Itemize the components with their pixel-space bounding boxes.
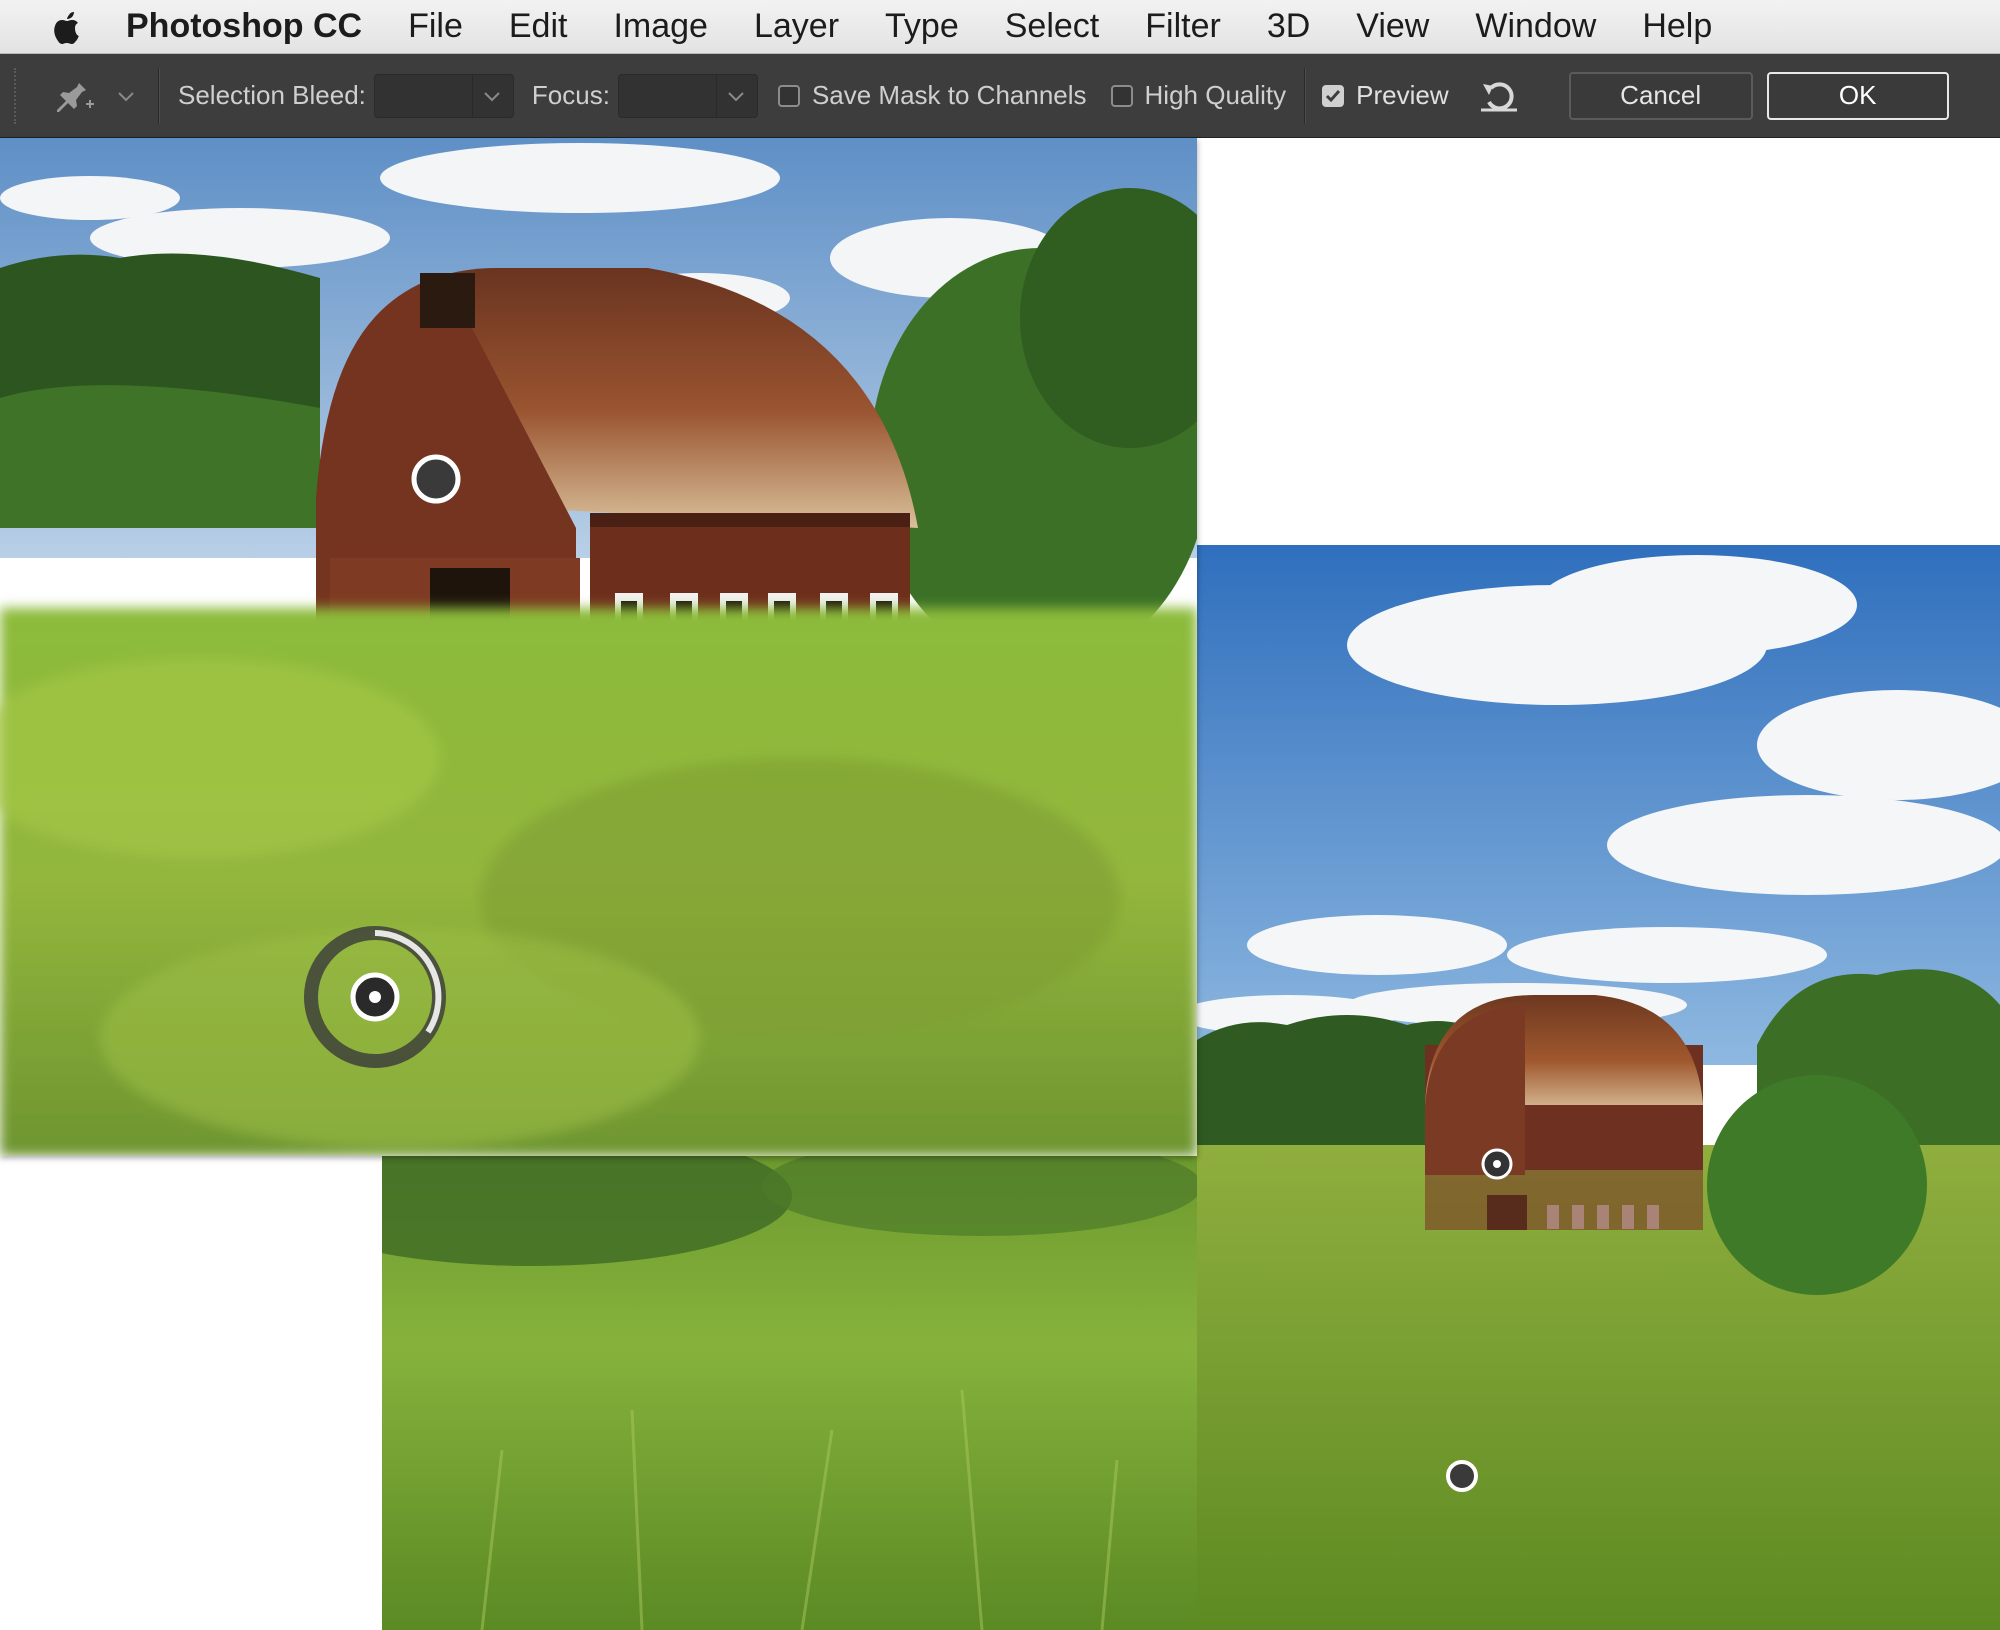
separator bbox=[1304, 67, 1307, 124]
high-quality-box[interactable] bbox=[1110, 84, 1133, 107]
save-mask-checkbox[interactable]: Save Mask to Channels bbox=[777, 80, 1087, 111]
save-mask-box[interactable] bbox=[777, 84, 800, 107]
preview-label: Preview bbox=[1356, 80, 1449, 110]
menu-image[interactable]: Image bbox=[613, 7, 708, 46]
photo-focus-barn-blurred-foreground[interactable] bbox=[0, 138, 1197, 1156]
photo-full-scene[interactable] bbox=[1197, 545, 2000, 1630]
focus-dropdown[interactable] bbox=[617, 73, 758, 118]
menu-select[interactable]: Select bbox=[1005, 7, 1100, 46]
blur-pin-grass-active[interactable] bbox=[300, 922, 450, 1072]
preview-box[interactable] bbox=[1322, 84, 1345, 107]
cancel-button[interactable]: Cancel bbox=[1568, 71, 1753, 120]
menu-bar: Photoshop CC File Edit Image Layer Type … bbox=[0, 0, 2000, 54]
checkmark-icon bbox=[1326, 89, 1341, 102]
menu-layer[interactable]: Layer bbox=[754, 7, 839, 46]
reset-icon[interactable] bbox=[1477, 76, 1521, 116]
menu-type[interactable]: Type bbox=[885, 7, 959, 46]
separator bbox=[158, 67, 160, 124]
chevron-down-icon bbox=[118, 91, 134, 101]
save-mask-label: Save Mask to Channels bbox=[811, 80, 1087, 110]
options-bar-grip[interactable] bbox=[14, 67, 20, 124]
photo-full-scene-image bbox=[1197, 545, 2000, 1630]
menu-view[interactable]: View bbox=[1356, 7, 1429, 46]
high-quality-label: High Quality bbox=[1144, 80, 1287, 110]
photo-foreground-image bbox=[382, 1156, 1197, 1630]
barn-small bbox=[1425, 995, 1703, 1230]
menu-edit[interactable]: Edit bbox=[509, 7, 568, 46]
chevron-down-icon bbox=[484, 91, 500, 101]
photo-foreground-grass[interactable] bbox=[382, 1156, 1197, 1630]
chevron-down-icon bbox=[728, 91, 744, 101]
selection-bleed-dropdown[interactable] bbox=[373, 73, 514, 118]
ok-button[interactable]: OK bbox=[1766, 71, 1949, 120]
selection-bleed-label: Selection Bleed: bbox=[178, 80, 366, 110]
preview-checkbox[interactable]: Preview bbox=[1322, 80, 1449, 111]
menu-3d[interactable]: 3D bbox=[1267, 7, 1310, 46]
dropdown-divider bbox=[715, 74, 717, 117]
photo-focus-barn-image bbox=[0, 138, 1197, 1156]
focus-label: Focus: bbox=[531, 80, 610, 110]
menu-file[interactable]: File bbox=[408, 7, 463, 46]
tool-preset-picker[interactable] bbox=[54, 76, 150, 116]
menu-filter[interactable]: Filter bbox=[1145, 7, 1221, 46]
menu-help[interactable]: Help bbox=[1642, 7, 1712, 46]
blur-pin-barn[interactable] bbox=[410, 453, 462, 505]
high-quality-checkbox[interactable]: High Quality bbox=[1110, 80, 1287, 111]
dropdown-divider bbox=[471, 74, 473, 117]
options-bar: Selection Bleed: Focus: Save Mask to Cha… bbox=[0, 54, 2000, 138]
apple-icon[interactable] bbox=[48, 7, 88, 47]
pin-icon bbox=[57, 79, 94, 112]
app-name[interactable]: Photoshop CC bbox=[126, 7, 362, 46]
blur-pin-barn-small[interactable] bbox=[1479, 1146, 1515, 1182]
menu-window[interactable]: Window bbox=[1475, 7, 1596, 46]
blur-pin-grass-small[interactable] bbox=[1444, 1458, 1480, 1494]
